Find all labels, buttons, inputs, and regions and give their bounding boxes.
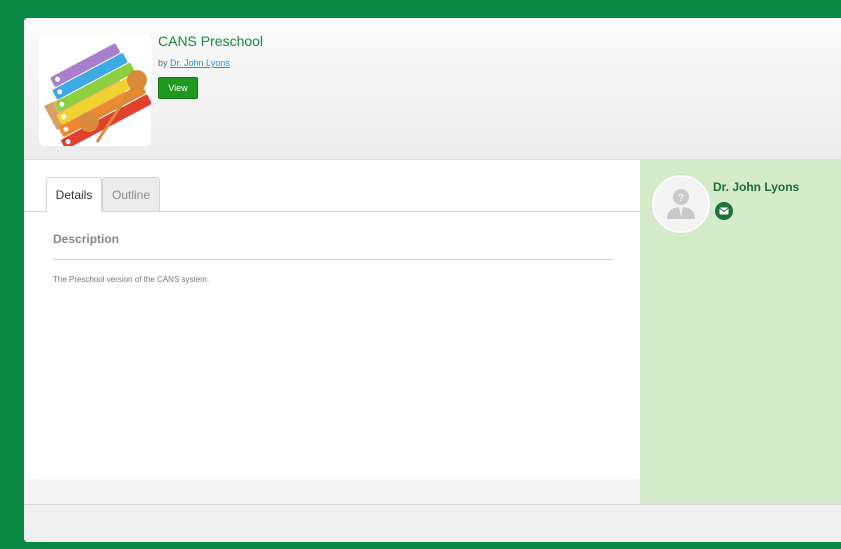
course-header: CANS Preschool by Dr. John Lyons View bbox=[24, 18, 841, 160]
course-panel: CANS Preschool by Dr. John Lyons View De… bbox=[24, 18, 841, 542]
xylophone-icon bbox=[44, 43, 152, 150]
tab-details[interactable]: Details bbox=[46, 177, 102, 212]
description-text: The Preschool version of the CANS system… bbox=[53, 275, 210, 284]
author-avatar: ? bbox=[652, 175, 710, 233]
course-thumbnail bbox=[39, 34, 152, 150]
description-divider bbox=[53, 259, 613, 260]
page-footer bbox=[24, 504, 841, 542]
content-bottom-strip bbox=[24, 479, 640, 504]
author-sidebar: ? Dr. John Lyons bbox=[640, 160, 841, 504]
mail-button[interactable] bbox=[715, 202, 733, 220]
course-title: CANS Preschool bbox=[158, 33, 264, 49]
description-heading: Description bbox=[53, 232, 120, 246]
course-byline: by Dr. John Lyons bbox=[158, 58, 230, 68]
mail-icon bbox=[719, 207, 729, 215]
author-name: Dr. John Lyons bbox=[713, 180, 800, 194]
svg-text:?: ? bbox=[678, 193, 684, 204]
details-content: Details Outline Description The Preschoo… bbox=[24, 160, 640, 500]
tab-outline[interactable]: Outline bbox=[102, 177, 160, 212]
author-link[interactable]: Dr. John Lyons bbox=[170, 58, 230, 68]
view-button[interactable]: View bbox=[158, 77, 198, 99]
byline-prefix: by bbox=[158, 58, 168, 68]
avatar-placeholder-icon: ? bbox=[667, 189, 695, 219]
